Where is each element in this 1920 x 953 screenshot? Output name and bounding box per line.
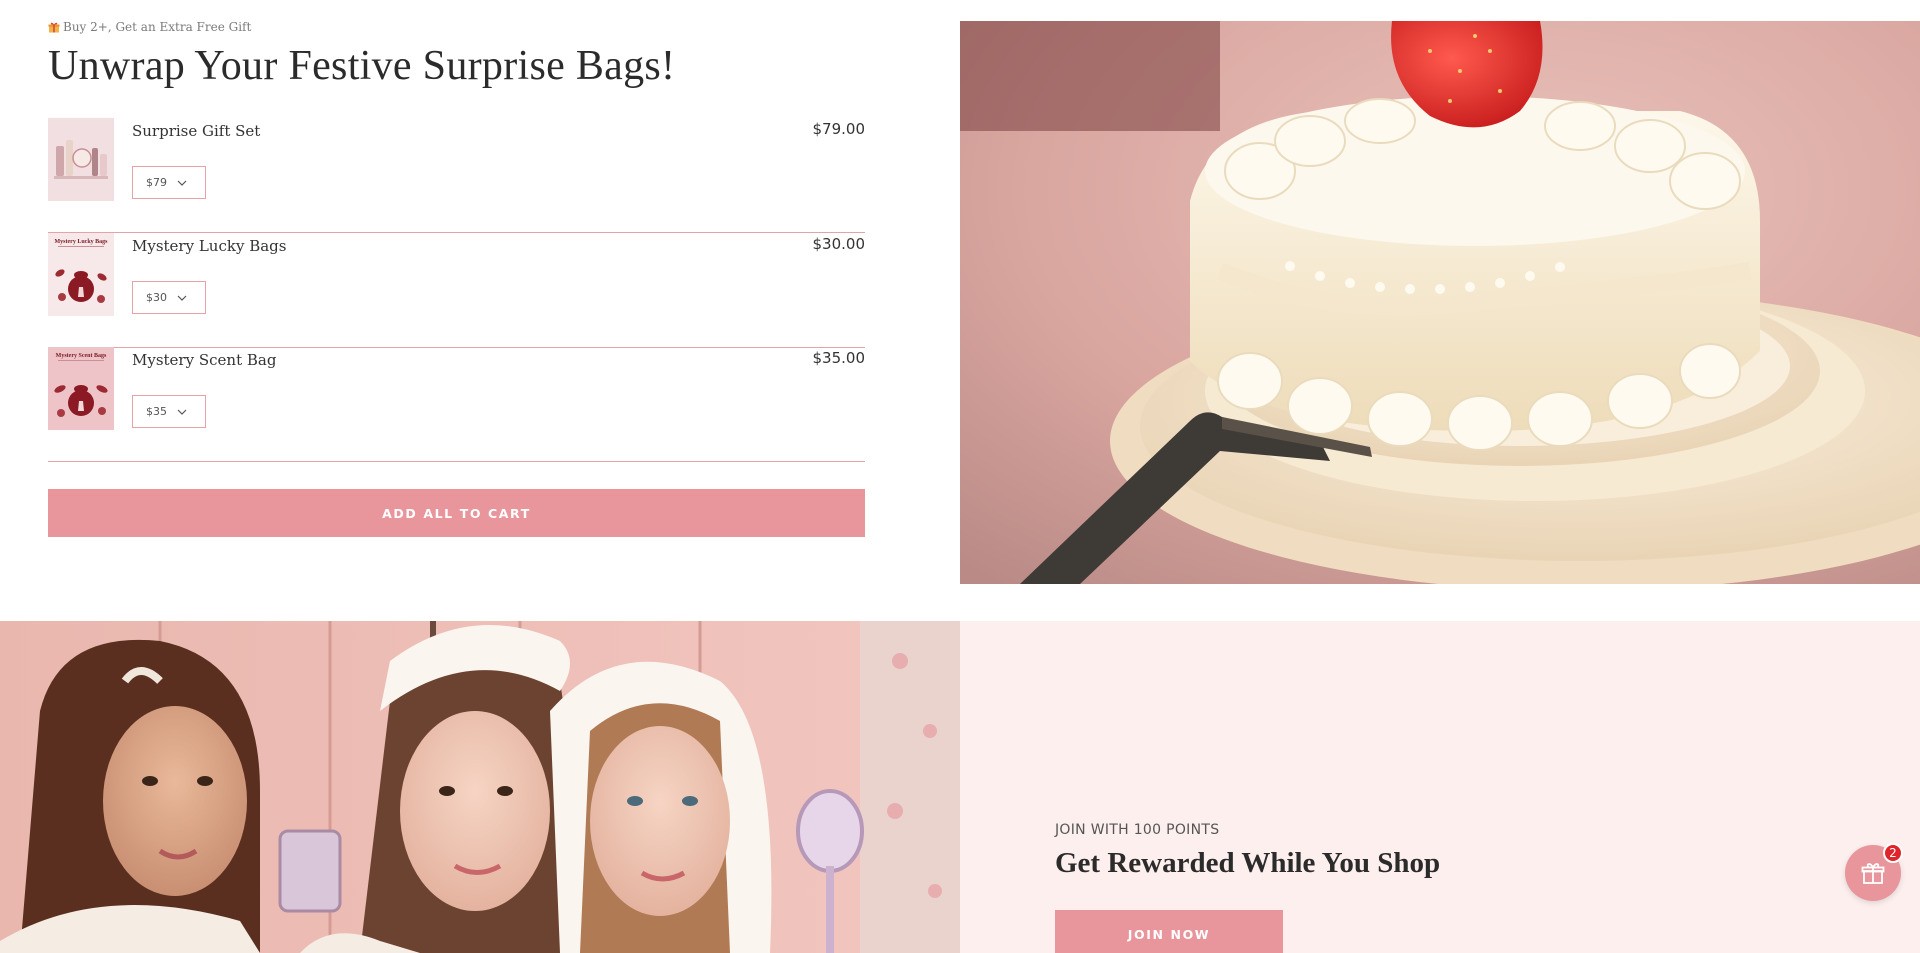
product-name[interactable]: Surprise Gift Set <box>132 122 260 140</box>
page-title: Unwrap Your Festive Surprise Bags! <box>48 43 676 89</box>
rewards-section: JOIN WITH 100 POINTS Get Rewarded While … <box>960 621 1920 953</box>
product-thumbnail[interactable]: Mystery Scent Bags <box>48 347 114 430</box>
featured-bundle-section: Buy 2+, Get an Extra Free Gift Unwrap Yo… <box>0 0 1920 621</box>
cake-hero-image <box>960 21 1920 584</box>
product-row: Mystery Lucky Bags Mystery Lucky Bags $3… <box>48 233 865 348</box>
notification-badge: 2 <box>1883 843 1903 863</box>
product-price: $79.00 <box>812 120 866 138</box>
thumb-title: Mystery Lucky Bags <box>55 239 109 245</box>
thumb-title: Mystery Scent Bags <box>56 353 107 359</box>
rewards-eyebrow: JOIN WITH 100 POINTS <box>1055 822 1220 838</box>
chevron-down-icon <box>177 409 187 415</box>
product-name[interactable]: Mystery Scent Bag <box>132 351 276 369</box>
product-price: $35.00 <box>812 349 866 367</box>
product-row: Mystery Scent Bags Mystery Scent Bag $35… <box>48 347 865 462</box>
variant-value: $79 <box>146 176 167 189</box>
variant-select[interactable]: $35 <box>132 395 206 428</box>
product-thumbnail[interactable] <box>48 118 114 201</box>
variant-value: $30 <box>146 291 167 304</box>
product-name[interactable]: Mystery Lucky Bags <box>132 237 286 255</box>
product-price: $30.00 <box>812 235 866 253</box>
promo-text: Buy 2+, Get an Extra Free Gift <box>63 20 252 34</box>
join-now-button[interactable]: JOIN NOW <box>1055 910 1283 953</box>
variant-select[interactable]: $30 <box>132 281 206 314</box>
gift-icon <box>1861 863 1885 884</box>
promo-line: Buy 2+, Get an Extra Free Gift <box>48 20 251 34</box>
chevron-down-icon <box>177 180 187 186</box>
product-thumbnail[interactable]: Mystery Lucky Bags <box>48 233 114 316</box>
models-lifestyle-image <box>0 621 960 953</box>
chevron-down-icon <box>177 295 187 301</box>
rewards-launcher-button[interactable]: 2 <box>1845 843 1903 901</box>
variant-value: $35 <box>146 405 167 418</box>
product-row: Surprise Gift Set $79.00 $79 <box>48 118 865 233</box>
rewards-title: Get Rewarded While You Shop <box>1055 847 1441 879</box>
variant-select[interactable]: $79 <box>132 166 206 199</box>
add-all-to-cart-button[interactable]: ADD ALL TO CART <box>48 489 865 537</box>
gift-icon <box>48 22 60 33</box>
